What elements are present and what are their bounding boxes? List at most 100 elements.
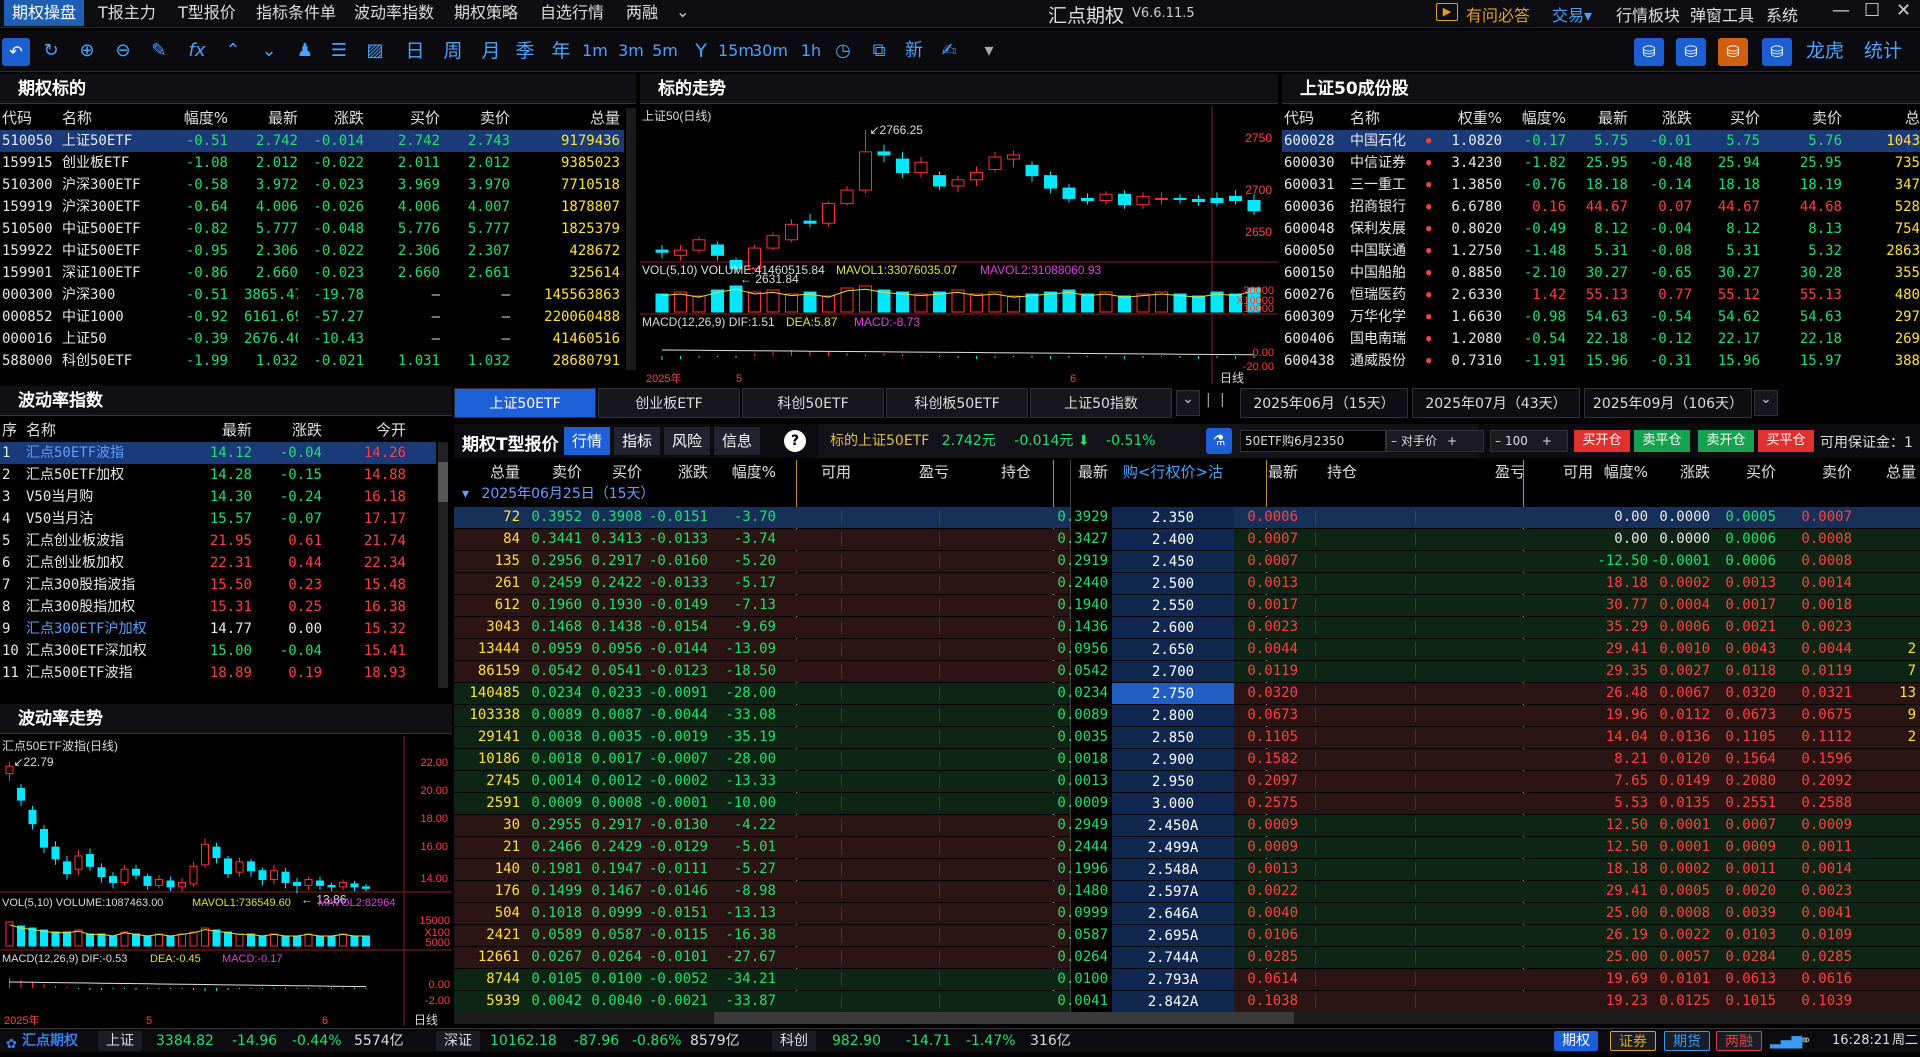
components-col-0[interactable]: 代码 — [1284, 108, 1346, 128]
pen-icon[interactable]: ✍ — [936, 38, 962, 64]
strike-cell[interactable]: 2.800 — [1112, 705, 1234, 726]
sh-index-label[interactable]: 上证 — [98, 1031, 142, 1051]
components-col-6[interactable]: 买价 — [1698, 108, 1760, 128]
period-11[interactable]: 1h — [794, 38, 828, 64]
chevron-up-icon[interactable]: ⌃ — [220, 38, 246, 64]
strike-cell[interactable]: 2.550 — [1112, 595, 1234, 616]
close-icon[interactable]: ✕ — [1896, 0, 1911, 21]
underlying-col-7[interactable]: 总量 — [520, 108, 620, 128]
clock-icon[interactable]: ◷ — [830, 38, 856, 64]
strike-cell[interactable]: 2.450 — [1112, 551, 1234, 572]
tquote-row[interactable]: 504 0.1018 0.0999 -0.0151 -13.13 0.0999 | | | | 2.… — [454, 902, 1920, 924]
components-row[interactable]: 600050 中国联通 1.2750 -1.48 5.31 -0.08 5.31 5.32 28… — [1282, 240, 1920, 262]
vol-index-row[interactable]: 11 汇点500ETF波指 18.89 0.19 18.93 — [0, 662, 436, 684]
call-col-2[interactable]: 买价 — [584, 462, 642, 482]
scrollbar-thumb[interactable] — [714, 1012, 1294, 1024]
call-col-4[interactable]: 幅度% — [712, 462, 776, 482]
vol-index-col-2[interactable]: 最新 — [186, 420, 252, 440]
menu-item-3[interactable]: 指标条件单 — [248, 0, 344, 26]
system-menu[interactable]: 系统 — [1766, 2, 1798, 26]
period-10[interactable]: 30m — [752, 38, 788, 64]
put-col-0[interactable]: 最新 — [1238, 462, 1298, 482]
tquote-row[interactable]: 135 0.2956 0.2917 -0.0160 -5.20 0.2919 | | | | 2.4… — [454, 550, 1920, 572]
put-col-8[interactable]: 总量 — [1856, 462, 1916, 482]
components-col-2[interactable]: 权重% — [1428, 108, 1502, 128]
underlying-tab-2[interactable]: 科创50ETF — [742, 388, 884, 418]
components-row[interactable]: 600036 招商银行 6.6780 0.16 44.67 0.07 44.67 44.68 5… — [1282, 196, 1920, 218]
margin-button[interactable]: 两融 — [1716, 1031, 1762, 1051]
plus-icon[interactable]: + — [1447, 434, 1457, 448]
popup-tools-menu[interactable]: 弹窗工具 — [1690, 2, 1754, 26]
underlying-col-5[interactable]: 买价 — [380, 108, 440, 128]
sz-index-label[interactable]: 深证 — [436, 1031, 480, 1051]
chart-icon[interactable]: ▨ — [362, 38, 388, 64]
help-icon[interactable]: ? — [784, 430, 806, 452]
period-9[interactable]: 15m — [718, 38, 754, 64]
futures-button[interactable]: 期货 — [1664, 1031, 1710, 1051]
strike-cell[interactable]: 2.950 — [1112, 771, 1234, 792]
underlying-col-6[interactable]: 卖价 — [450, 108, 510, 128]
vol-index-row[interactable]: 1 汇点50ETF波指 14.12 -0.04 14.26 — [0, 442, 436, 464]
components-col-1[interactable]: 名称 — [1350, 108, 1430, 128]
ask-button[interactable]: 有问必答 — [1466, 2, 1530, 26]
collapse-icon[interactable]: ▾ — [462, 486, 469, 502]
dropdown-icon[interactable]: ▾ — [976, 38, 1002, 64]
expiry-row[interactable]: ▾ 2025年06月25日（15天） — [454, 484, 1920, 504]
menu-item-0[interactable]: 期权操盘 — [4, 0, 85, 26]
underlying-row[interactable]: 510300 沪深300ETF -0.58 3.972 -0.023 3.969 3.970… — [0, 174, 624, 196]
video-icon[interactable]: ▶ — [1436, 3, 1458, 21]
call-col-8[interactable]: 最新 — [1046, 462, 1108, 482]
expiry-tab-2[interactable]: 2025年09月（106天） — [1584, 388, 1752, 418]
tquote-row[interactable]: 84 0.3441 0.3413 -0.0133 -3.74 0.3427 | | | | 2.40… — [454, 528, 1920, 550]
formula-icon[interactable]: fx — [182, 38, 212, 64]
basket2-icon[interactable]: ⛁ — [1676, 38, 1706, 66]
menu-item-2[interactable]: T型报价 — [170, 0, 244, 26]
vol-index-col-0[interactable]: 序 — [2, 420, 24, 440]
strike-cell[interactable]: 2.499A — [1112, 837, 1234, 858]
period-1[interactable]: 周 — [436, 38, 470, 64]
tquote-row[interactable]: 10186 0.0018 0.0017 -0.0007 -28.00 0.0018 | | | |… — [454, 748, 1920, 770]
underlying-col-4[interactable]: 涨跌 — [308, 108, 364, 128]
tquote-row[interactable]: 140485 0.0234 0.0233 -0.0091 -28.00 0.0234 | | |… — [454, 682, 1920, 704]
underlying-tab-3[interactable]: 科创板50ETF — [886, 388, 1028, 418]
vol-trend-chart[interactable]: ↙22.79 ← 13.86 汇点50ETF波指(日线) 22.00 20.00 18.0… — [0, 736, 452, 1027]
underlying-row[interactable]: 000300 沪深300 -0.51 3865.47 -19.78 – – 145563863 — [0, 284, 624, 306]
tquote-row[interactable]: 13444 0.0959 0.0956 -0.0144 -13.09 0.0956 | | | |… — [454, 638, 1920, 660]
tquote-tab-3[interactable]: 信息 — [714, 427, 760, 455]
window-icon[interactable]: ⧉ — [866, 38, 892, 64]
period-3[interactable]: 季 — [508, 38, 542, 64]
trade-dropdown[interactable]: 交易▾ — [1552, 2, 1592, 26]
tquote-row[interactable]: 86159 0.0542 0.0541 -0.0123 -18.50 0.0542 | | | |… — [454, 660, 1920, 682]
vol-index-row[interactable]: 10 汇点300ETF深加权 15.00 -0.04 15.41 — [0, 640, 436, 662]
zoom-out-icon[interactable]: ⊖ — [110, 38, 136, 64]
period-4[interactable]: 年 — [544, 38, 578, 64]
period-5[interactable]: 1m — [578, 38, 612, 64]
kc-index-label[interactable]: 科创 — [772, 1031, 816, 1051]
underlying-row[interactable]: 000016 上证50 -0.39 2676.40 -10.43 – – 41460516 — [0, 328, 624, 350]
maximize-icon[interactable]: ☐ — [1864, 0, 1880, 21]
tquote-row[interactable]: 29141 0.0038 0.0035 -0.0019 -35.19 0.0035 | | | |… — [454, 726, 1920, 748]
order-qty-stepper[interactable]: –100 + — [1490, 430, 1568, 452]
vol-index-row[interactable]: 9 汇点300ETF沪加权 14.77 0.00 15.32 — [0, 618, 436, 640]
sell-open-button[interactable]: 卖开仓 — [1698, 430, 1754, 452]
tquote-row[interactable]: 2745 0.0014 0.0012 -0.0002 -13.33 0.0013 | | | | 2… — [454, 770, 1920, 792]
tquote-tab-0[interactable]: 行情 — [564, 427, 610, 455]
tquote-row[interactable]: 103338 0.0089 0.0087 -0.0044 -33.08 0.0089 | | |… — [454, 704, 1920, 726]
bell-icon[interactable]: ♟ — [292, 38, 318, 64]
tabs-more-icon[interactable]: ⌄ — [1176, 390, 1200, 416]
underlying-row[interactable]: 159922 中证500ETF -0.95 2.306 -0.022 2.306 2.307… — [0, 240, 624, 262]
tquote-tab-2[interactable]: 风险 — [664, 427, 710, 455]
options-button[interactable]: 期权 — [1554, 1031, 1598, 1051]
strike-cell[interactable]: 2.744A — [1112, 947, 1234, 968]
strike-cell[interactable]: 2.750 — [1112, 683, 1234, 704]
tquote-row[interactable]: 2591 0.0009 0.0008 -0.0001 -10.00 0.0009 | | | | 3… — [454, 792, 1920, 814]
period-0[interactable]: 日 — [398, 38, 432, 64]
underlying-tab-0[interactable]: 上证50ETF — [454, 388, 596, 418]
basket3-icon[interactable]: ⛁ — [1718, 38, 1748, 66]
longhu-button[interactable]: 龙虎 — [1802, 38, 1848, 64]
strike-cell[interactable]: 2.597A — [1112, 881, 1234, 902]
list-icon[interactable]: ☰ — [326, 38, 352, 64]
vol-index-row[interactable]: 3 V50当月购 14.30 -0.24 16.18 — [0, 486, 436, 508]
sell-close-button[interactable]: 卖平仓 — [1634, 430, 1690, 452]
tquote-row[interactable]: 72 0.3952 0.3908 -0.0151 -3.70 0.3929 | | | | 2.35… — [454, 506, 1920, 528]
